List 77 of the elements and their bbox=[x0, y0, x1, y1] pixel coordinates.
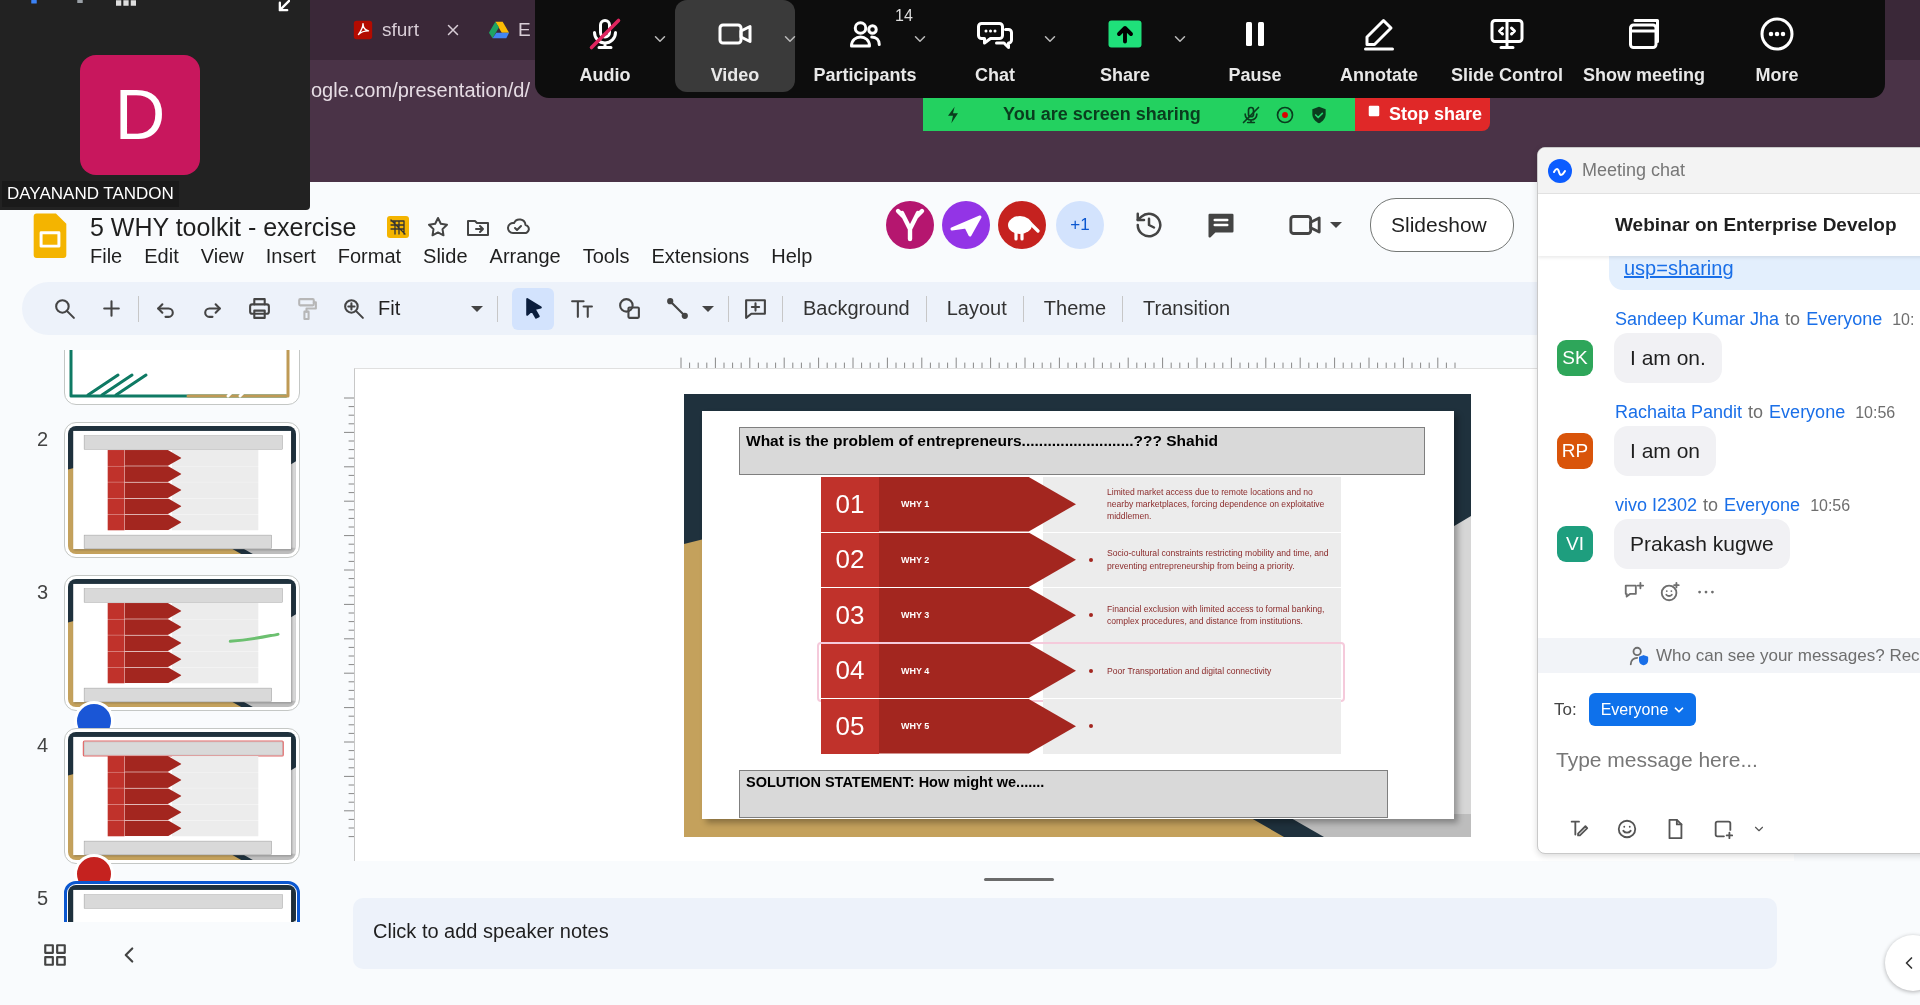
answer-text: Financial exclusion with limited access to formal banking, complex procedures, and distance from institutions. bbox=[1107, 602, 1326, 628]
toolbar-button[interactable]: Show meeting bbox=[1575, 0, 1713, 92]
recipient-name[interactable]: Everyone bbox=[1806, 309, 1883, 330]
recipient-name[interactable]: Everyone bbox=[1769, 402, 1846, 423]
privacy-notice[interactable]: Who can see your messages? Rec bbox=[1656, 645, 1920, 666]
address-bar-text[interactable]: ogle.com/presentation/d/ bbox=[311, 78, 531, 102]
toolbar-button[interactable]: Background bbox=[797, 293, 916, 324]
recipient-dropdown[interactable]: Everyone bbox=[1588, 693, 1697, 726]
message-link[interactable]: usp=sharing bbox=[1624, 257, 1734, 280]
participant-count: 14 bbox=[895, 7, 913, 25]
sharing-status: You are screen sharing bbox=[1003, 104, 1201, 125]
chat-title: Webinar on Enterprise Develop bbox=[1538, 194, 1920, 256]
message-input[interactable]: Type message here... bbox=[1542, 740, 1920, 780]
panel-title: Meeting chat bbox=[1582, 160, 1686, 181]
speaker-notes-field[interactable]: Click to add speaker notes bbox=[353, 898, 1777, 969]
toolbar-button[interactable]: Video bbox=[675, 0, 795, 92]
toolbar-button[interactable]: Annotate bbox=[1319, 0, 1439, 92]
sender-name[interactable]: Rachaita Pandit bbox=[1615, 402, 1743, 423]
step-number: 04 bbox=[821, 643, 879, 698]
recipient-label: To: bbox=[1554, 699, 1577, 720]
message-time: 10:56 bbox=[1855, 404, 1896, 422]
toolbar-button[interactable]: Share bbox=[1065, 0, 1185, 92]
sender-avatar: SK bbox=[1557, 340, 1593, 376]
message-bubble: I am on bbox=[1614, 426, 1717, 476]
slideshow-button[interactable]: Slideshow bbox=[1370, 198, 1514, 252]
sender-avatar: RP bbox=[1557, 433, 1593, 469]
menu-item[interactable]: Help bbox=[771, 243, 823, 269]
step-number: 01 bbox=[821, 477, 879, 532]
sender-name[interactable]: Sandeep Kumar Jha bbox=[1615, 309, 1780, 330]
solution-statement: SOLUTION STATEMENT: How might we....... bbox=[739, 770, 1388, 818]
answer-text: Poor Transportation and digital connectivity bbox=[1107, 664, 1273, 677]
menu-item[interactable]: Extensions bbox=[651, 243, 760, 269]
document-title[interactable]: 5 WHY toolkit - exercise bbox=[90, 212, 357, 242]
toolbar-button[interactable]: Layout bbox=[940, 293, 1013, 324]
menu-item[interactable]: File bbox=[90, 243, 133, 269]
answer-text: Socio-cultural constraints restricting mobility and time, and preventing entrepreneurship from being a priority. bbox=[1107, 547, 1330, 573]
stop-share-button[interactable]: Stop share bbox=[1355, 98, 1490, 131]
message-time: 10: bbox=[1892, 311, 1915, 329]
message-meta: to bbox=[1703, 495, 1719, 516]
answer-text: Limited market access due to remote locations and no nearby marketplaces, forcing dependence on exploitative middlemen. bbox=[1107, 485, 1326, 523]
slide-number: 2 bbox=[35, 428, 48, 451]
more-collaborators-button[interactable]: +1 bbox=[1056, 201, 1104, 249]
slide-number: 5 bbox=[35, 887, 48, 910]
browser-tab[interactable]: E bbox=[488, 8, 531, 52]
menu-item[interactable]: Edit bbox=[144, 243, 189, 269]
message-meta: to bbox=[1748, 402, 1764, 423]
toolbar-button[interactable]: Theme bbox=[1037, 293, 1113, 324]
browser-tab[interactable]: sfurt bbox=[352, 8, 426, 52]
step-number: 03 bbox=[821, 588, 879, 643]
menu-item[interactable]: Arrange bbox=[489, 243, 571, 269]
participant-avatar: D bbox=[80, 55, 200, 175]
sender-name[interactable]: vivo I2302 bbox=[1615, 495, 1698, 516]
menu-item[interactable]: View bbox=[200, 243, 254, 269]
slide-title: What is the problem of entrepreneurs..........................??? Shahid bbox=[739, 427, 1425, 475]
slide-number: 3 bbox=[35, 581, 48, 604]
message-bubble: Prakash kugwe bbox=[1614, 519, 1790, 569]
toolbar-button[interactable]: Pause bbox=[1195, 0, 1315, 92]
participant-name: DAYANAND TANDON bbox=[2, 181, 179, 207]
toolbar-button[interactable]: More bbox=[1717, 0, 1837, 92]
message-time: 10:56 bbox=[1810, 497, 1851, 515]
step-number: 02 bbox=[821, 532, 879, 587]
zoom-dropdown[interactable]: Fit bbox=[378, 297, 483, 320]
slide-number: 4 bbox=[35, 734, 48, 757]
message-meta: to bbox=[1785, 309, 1801, 330]
toolbar-button[interactable]: 14 Participants bbox=[805, 0, 925, 92]
menu-item[interactable]: Slide bbox=[423, 243, 478, 269]
toolbar-button[interactable]: Slide Control bbox=[1443, 0, 1571, 92]
recipient-name[interactable]: Everyone bbox=[1724, 495, 1801, 516]
step-number: 05 bbox=[821, 699, 879, 754]
sender-avatar: VI bbox=[1557, 526, 1593, 562]
menu-item[interactable]: Insert bbox=[265, 243, 326, 269]
toolbar-button[interactable]: Transition bbox=[1137, 293, 1237, 324]
menu-item[interactable]: Format bbox=[337, 243, 412, 269]
menu-item[interactable]: Tools bbox=[582, 243, 640, 269]
message-bubble: I am on. bbox=[1614, 333, 1722, 383]
toolbar-button[interactable]: Audio bbox=[545, 0, 665, 92]
toolbar-button[interactable]: Chat bbox=[935, 0, 1055, 92]
